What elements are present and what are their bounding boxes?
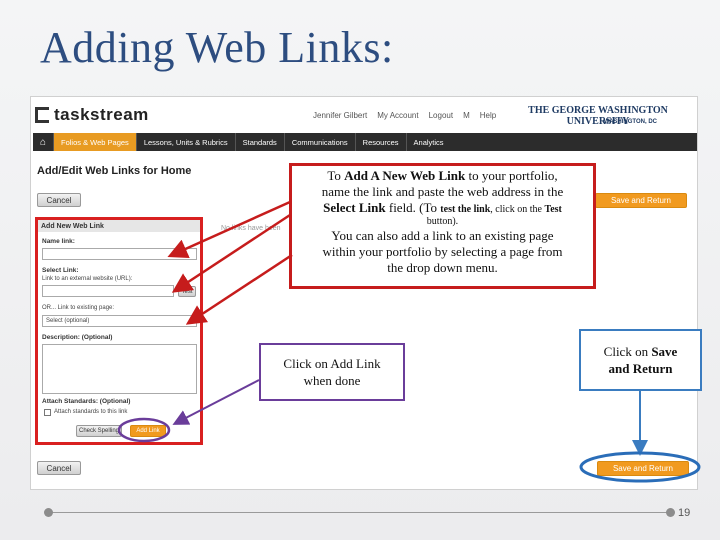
tab-analytics[interactable]: Analytics	[405, 133, 451, 151]
external-url-label: Link to an external website (URL):	[42, 276, 133, 282]
callout-bold-text: Select Link	[323, 200, 386, 215]
save-return-callout: Click on Save and Return	[579, 329, 702, 391]
select-link-label: Select Link:	[42, 267, 79, 274]
callout-bold-text: Save	[651, 344, 678, 359]
save-and-return-button-top[interactable]: Save and Return	[595, 193, 687, 208]
add-link-callout-line-2: when done	[303, 373, 361, 388]
name-link-label: Name link:	[42, 238, 75, 245]
taskstream-logo[interactable]: taskstream	[35, 105, 149, 125]
callout-line-2: name the link and paste the web address …	[321, 184, 564, 199]
callout-line-3: Select Link field. (To test the link, cl…	[296, 200, 589, 216]
callout-text: To	[327, 168, 345, 183]
callout-text: Click on	[283, 356, 331, 371]
taskstream-screenshot: taskstream Jennifer Gilbert My Account L…	[30, 96, 698, 490]
footer-line	[48, 512, 668, 513]
callout-text: , click on the	[490, 204, 545, 215]
cancel-button-top[interactable]: Cancel	[37, 193, 81, 207]
add-link-callout: Click on Add Link when done	[259, 343, 405, 401]
callout-line-7: the drop down menu.	[387, 260, 498, 275]
no-links-text: No links have been	[221, 225, 281, 232]
save-callout-line-2: and Return	[581, 360, 700, 377]
add-link-callout-line-1: Click on Add Link	[261, 355, 403, 372]
logout-link[interactable]: Logout	[429, 111, 453, 120]
callout-line-6: within your portfolio by selecting a pag…	[322, 244, 563, 259]
main-nav: ⌂ Folios & Web Pages Lessons, Units & Ru…	[33, 133, 697, 151]
tab-resources[interactable]: Resources	[354, 133, 406, 151]
form-header: Add New Web Link	[38, 220, 200, 232]
tab-folios[interactable]: Folios & Web Pages	[53, 133, 136, 151]
add-link-button[interactable]: Add Link	[130, 425, 166, 437]
callout-bold-text: and Return	[608, 361, 673, 376]
logo-text: taskstream	[54, 105, 149, 124]
existing-page-label: OR... Link to existing page:	[42, 305, 115, 311]
attach-standards-label: Attach Standards: (Optional)	[42, 398, 131, 405]
my-account-link[interactable]: My Account	[377, 111, 418, 120]
slide-title: Adding Web Links:	[40, 23, 394, 72]
url-input[interactable]	[42, 285, 174, 297]
description-label: Description: (Optional)	[42, 334, 113, 341]
name-link-input[interactable]	[42, 248, 197, 260]
add-web-link-form: Add New Web Link Name link: Select Link:…	[35, 217, 203, 445]
footer-dot-left	[44, 508, 53, 517]
check-spelling-button[interactable]: Check Spelling	[76, 425, 122, 437]
callout-bold-text: Add A New Web Link	[344, 168, 466, 183]
help-link[interactable]: Help	[480, 111, 496, 120]
tab-standards[interactable]: Standards	[234, 133, 284, 151]
save-and-return-button-bottom[interactable]: Save and Return	[597, 461, 689, 476]
university-city: WASHINGTON, DC	[603, 119, 657, 125]
user-name-link[interactable]: Jennifer Gilbert	[313, 111, 367, 120]
page-heading: Add/Edit Web Links for Home	[37, 165, 192, 177]
callout-line-5: You can also add a link to an existing p…	[331, 228, 554, 243]
tab-communications[interactable]: Communications	[283, 133, 355, 151]
tab-lessons[interactable]: Lessons, Units & Rubrics	[135, 133, 235, 151]
taskstream-logo-icon	[35, 107, 49, 123]
existing-page-select-value: Select (optional)	[46, 318, 90, 324]
attach-standards-checkbox[interactable]	[44, 409, 51, 416]
save-callout-line-1: Click on Save	[581, 343, 700, 360]
callout-text: field. (To	[385, 200, 441, 215]
callout-bold-text: Test	[544, 204, 562, 215]
messages-link[interactable]: M	[463, 111, 470, 120]
callout-bold-text: Add Link	[330, 356, 381, 371]
home-icon[interactable]: ⌂	[33, 133, 53, 151]
callout-line-1: To Add A New Web Link to your portfolio,	[296, 168, 589, 184]
add-link-instructions-callout: To Add A New Web Link to your portfolio,…	[289, 163, 596, 289]
cancel-button-bottom[interactable]: Cancel	[37, 461, 81, 475]
callout-text: to your portfolio,	[465, 168, 558, 183]
test-link-button[interactable]: Test	[178, 286, 196, 297]
description-textarea[interactable]	[42, 344, 197, 394]
existing-page-select[interactable]: Select (optional)	[42, 315, 197, 327]
callout-line-4: button).	[426, 216, 459, 227]
page-number: 19	[678, 507, 691, 519]
footer-dot-right	[666, 508, 675, 517]
callout-text: Click on	[603, 344, 652, 359]
university-name: THE GEORGE WASHINGTON UNIVERSITY	[528, 105, 668, 127]
callout-bold-text: test the link	[440, 204, 491, 215]
header-links: Jennifer Gilbert My Account Logout M Hel…	[313, 111, 496, 120]
attach-checkbox-label: Attach standards to this link	[54, 409, 128, 415]
